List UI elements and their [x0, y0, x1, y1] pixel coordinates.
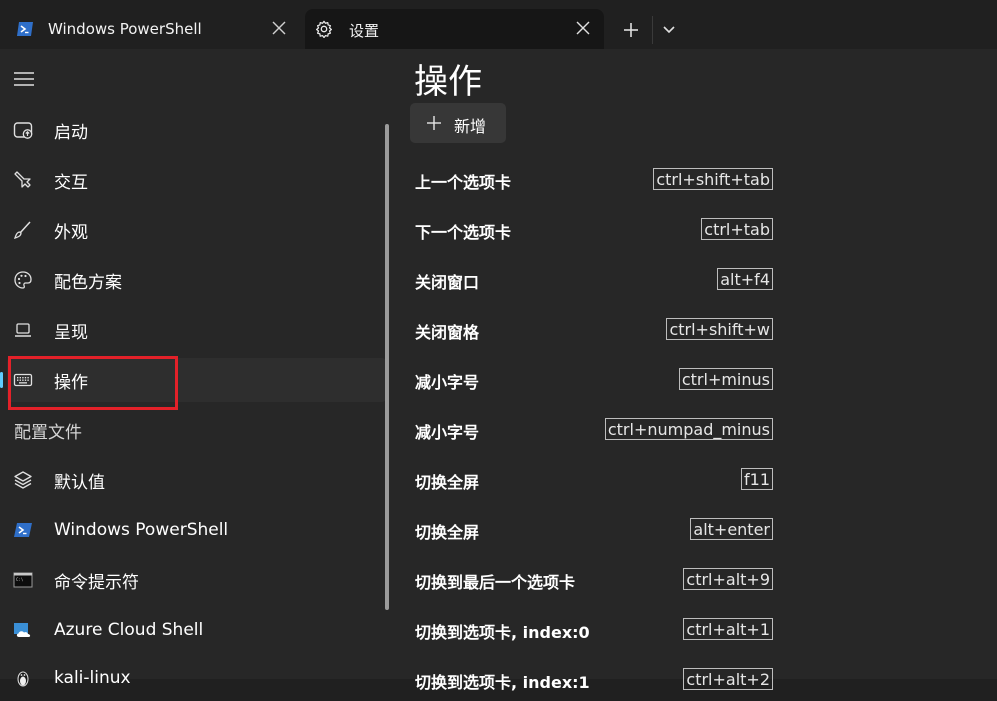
action-row[interactable]: 切换到选项卡, index:0 ctrl+alt+1 [410, 607, 778, 651]
sidebar-item-startup[interactable]: 启动 [0, 108, 386, 152]
sidebar-item-label: 启动 [54, 122, 88, 143]
key-chord: ctrl+numpad_minus [604, 418, 773, 440]
sidebar-item-rendering[interactable]: 呈现 [0, 308, 386, 352]
sidebar-item-label: 配色方案 [54, 272, 122, 293]
powershell-icon [17, 22, 33, 36]
cmd-icon: C:\ [13, 572, 33, 588]
tab-windows-powershell[interactable]: Windows PowerShell [0, 9, 300, 49]
sidebar-item-label: 命令提示符 [54, 572, 139, 593]
sidebar-item-kali-linux[interactable]: kali-linux [0, 656, 386, 700]
svg-text:C:\: C:\ [16, 577, 24, 582]
sidebar-item-azure-cloud-shell[interactable]: Azure Cloud Shell [0, 608, 386, 652]
key-chord: alt+enter [690, 518, 773, 540]
add-action-button[interactable]: 新增 [410, 103, 506, 143]
sidebar-item-label: 默认值 [54, 472, 105, 493]
close-icon[interactable] [576, 21, 590, 35]
sidebar-scrollbar[interactable] [385, 124, 389, 610]
action-name: 上一个选项卡 [415, 173, 512, 192]
sidebar-item-interaction[interactable]: 交互 [0, 158, 386, 202]
key-chord: ctrl+minus [678, 368, 773, 390]
interaction-icon [14, 171, 31, 188]
palette-icon [14, 271, 32, 289]
profiles-section-header: 配置文件 [14, 423, 82, 443]
brush-icon [13, 221, 31, 240]
key-chord: ctrl+alt+1 [683, 618, 773, 640]
sidebar-item-label: kali-linux [54, 668, 131, 688]
key-chord: ctrl+alt+9 [683, 568, 773, 590]
action-name: 减小字号 [415, 423, 480, 442]
action-name: 下一个选项卡 [415, 223, 512, 242]
action-row[interactable]: 切换到最后一个选项卡 ctrl+alt+9 [410, 557, 778, 601]
tab-divider [652, 16, 653, 44]
page-title: 操作 [414, 62, 482, 102]
action-name: 切换到选项卡, index:0 [415, 623, 590, 642]
azure-cloud-icon [14, 623, 31, 637]
sidebar-item-label: 交互 [54, 172, 88, 193]
tab-settings[interactable]: 设置 [305, 9, 604, 49]
add-action-label: 新增 [454, 117, 487, 136]
hamburger-menu-icon[interactable] [14, 71, 34, 87]
key-chord: alt+f4 [717, 268, 773, 290]
key-chord: ctrl+tab [701, 218, 773, 240]
action-row[interactable]: 下一个选项卡 ctrl+tab [410, 207, 778, 251]
action-name: 关闭窗口 [415, 273, 480, 292]
sidebar-item-command-prompt[interactable]: C:\ 命令提示符 [0, 558, 386, 602]
tab-bar: Windows PowerShell 设置 [0, 0, 997, 49]
key-chord: ctrl+alt+2 [683, 668, 773, 690]
action-row[interactable]: 关闭窗口 alt+f4 [410, 257, 778, 301]
action-name: 切换全屏 [415, 523, 480, 542]
selection-indicator [0, 372, 3, 388]
action-name: 减小字号 [415, 373, 480, 392]
sidebar-item-defaults[interactable]: 默认值 [0, 458, 386, 502]
sidebar-item-appearance[interactable]: 外观 [0, 208, 386, 252]
action-row[interactable]: 上一个选项卡 ctrl+shift+tab [410, 157, 778, 201]
action-row[interactable]: 关闭窗格 ctrl+shift+w [410, 307, 778, 351]
action-name: 切换到最后一个选项卡 [415, 573, 576, 592]
tab-title: Windows PowerShell [48, 20, 202, 38]
chevron-down-icon[interactable] [658, 18, 680, 40]
laptop-icon [15, 323, 31, 337]
new-tab-plus-icon[interactable] [616, 15, 646, 45]
sidebar-item-label: 外观 [54, 222, 88, 243]
key-chord: ctrl+shift+w [666, 318, 773, 340]
action-row[interactable]: 切换到选项卡, index:1 ctrl+alt+2 [410, 657, 778, 701]
sidebar-item-label: Windows PowerShell [54, 520, 229, 540]
highlight-box [8, 356, 178, 410]
linux-penguin-icon [17, 671, 29, 687]
tab-title: 设置 [349, 22, 380, 40]
action-row[interactable]: 减小字号 ctrl+minus [410, 357, 778, 401]
sidebar-item-label: 呈现 [54, 322, 88, 343]
plus-icon [427, 116, 441, 130]
key-chord: f11 [741, 468, 773, 490]
action-name: 切换全屏 [415, 473, 480, 492]
sidebar-item-windows-powershell[interactable]: Windows PowerShell [0, 508, 386, 552]
key-chord: ctrl+shift+tab [653, 168, 773, 190]
gear-icon [315, 20, 333, 38]
action-name: 切换到选项卡, index:1 [415, 673, 590, 692]
sidebar-item-color-schemes[interactable]: 配色方案 [0, 258, 386, 302]
action-row[interactable]: 切换全屏 alt+enter [410, 507, 778, 551]
close-icon[interactable] [272, 21, 286, 35]
powershell-icon [14, 523, 32, 537]
action-row[interactable]: 切换全屏 f11 [410, 457, 778, 501]
sidebar-item-label: Azure Cloud Shell [54, 620, 204, 640]
action-row[interactable]: 减小字号 ctrl+numpad_minus [410, 407, 778, 451]
layers-icon [14, 471, 32, 489]
action-name: 关闭窗格 [415, 323, 480, 342]
startup-icon [13, 122, 33, 139]
